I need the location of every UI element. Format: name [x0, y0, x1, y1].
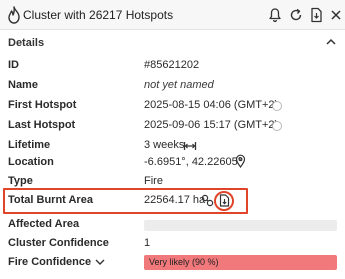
- row-key: Cluster Confidence: [8, 237, 109, 249]
- row-key: Fire Confidence: [8, 256, 92, 268]
- refresh-icon[interactable]: [289, 7, 303, 23]
- fire-confidence-bar: Very likely (90 %): [144, 255, 337, 270]
- row-key: Location: [8, 156, 54, 168]
- focus-last-hotspot-button[interactable]: [272, 121, 282, 131]
- row-key: Lifetime: [8, 139, 51, 151]
- focus-first-hotspot-button[interactable]: [272, 101, 282, 111]
- close-icon[interactable]: [329, 7, 343, 23]
- row-value: -6.6951°, 42.22605°: [144, 156, 243, 168]
- row-value: Fire: [144, 175, 163, 187]
- row-value: #85621202: [144, 59, 200, 71]
- row-value: 2025-09-06 15:17 (GMT+2): [144, 119, 279, 131]
- row-id: ID #85621202: [0, 56, 345, 76]
- fire-confidence-label: Very likely (90 %): [149, 257, 219, 267]
- row-last-hotspot: Last Hotspot 2025-09-06 15:17 (GMT+2): [0, 116, 345, 136]
- row-key: Affected Area: [8, 218, 80, 230]
- row-value: 3 weeks: [144, 139, 185, 151]
- range-icon[interactable]: [183, 140, 197, 152]
- panel-header: Cluster with 26217 Hotspots: [0, 0, 345, 30]
- row-value: not yet named: [144, 79, 214, 91]
- details-section-header[interactable]: Details: [0, 30, 345, 54]
- row-key: Name: [8, 79, 38, 91]
- flame-icon: [8, 6, 20, 24]
- affected-area-bar: [144, 220, 337, 231]
- panel-title: Cluster with 26217 Hotspots: [23, 8, 174, 22]
- row-key: Type: [8, 175, 33, 187]
- row-location: Location -6.6951°, 42.22605°: [0, 153, 345, 173]
- map-pin-icon[interactable]: [235, 154, 246, 168]
- row-first-hotspot: First Hotspot 2025-08-15 04:06 (GMT+2): [0, 96, 345, 116]
- highlight-box: [3, 188, 248, 214]
- highlight-circle: [214, 191, 234, 211]
- section-label: Details: [8, 37, 45, 49]
- row-cluster-confidence: Cluster Confidence 1: [0, 234, 345, 254]
- row-key: ID: [8, 59, 19, 71]
- bell-icon[interactable]: [268, 7, 282, 23]
- row-value: 2025-08-15 04:06 (GMT+2): [144, 99, 279, 111]
- chevron-down-icon[interactable]: [94, 257, 106, 267]
- row-name: Name not yet named: [0, 76, 345, 96]
- row-key: Last Hotspot: [8, 119, 76, 131]
- row-key: First Hotspot: [8, 99, 77, 111]
- chevron-up-icon[interactable]: [324, 35, 338, 49]
- document-icon[interactable]: [309, 7, 323, 23]
- row-value: 1: [144, 237, 151, 249]
